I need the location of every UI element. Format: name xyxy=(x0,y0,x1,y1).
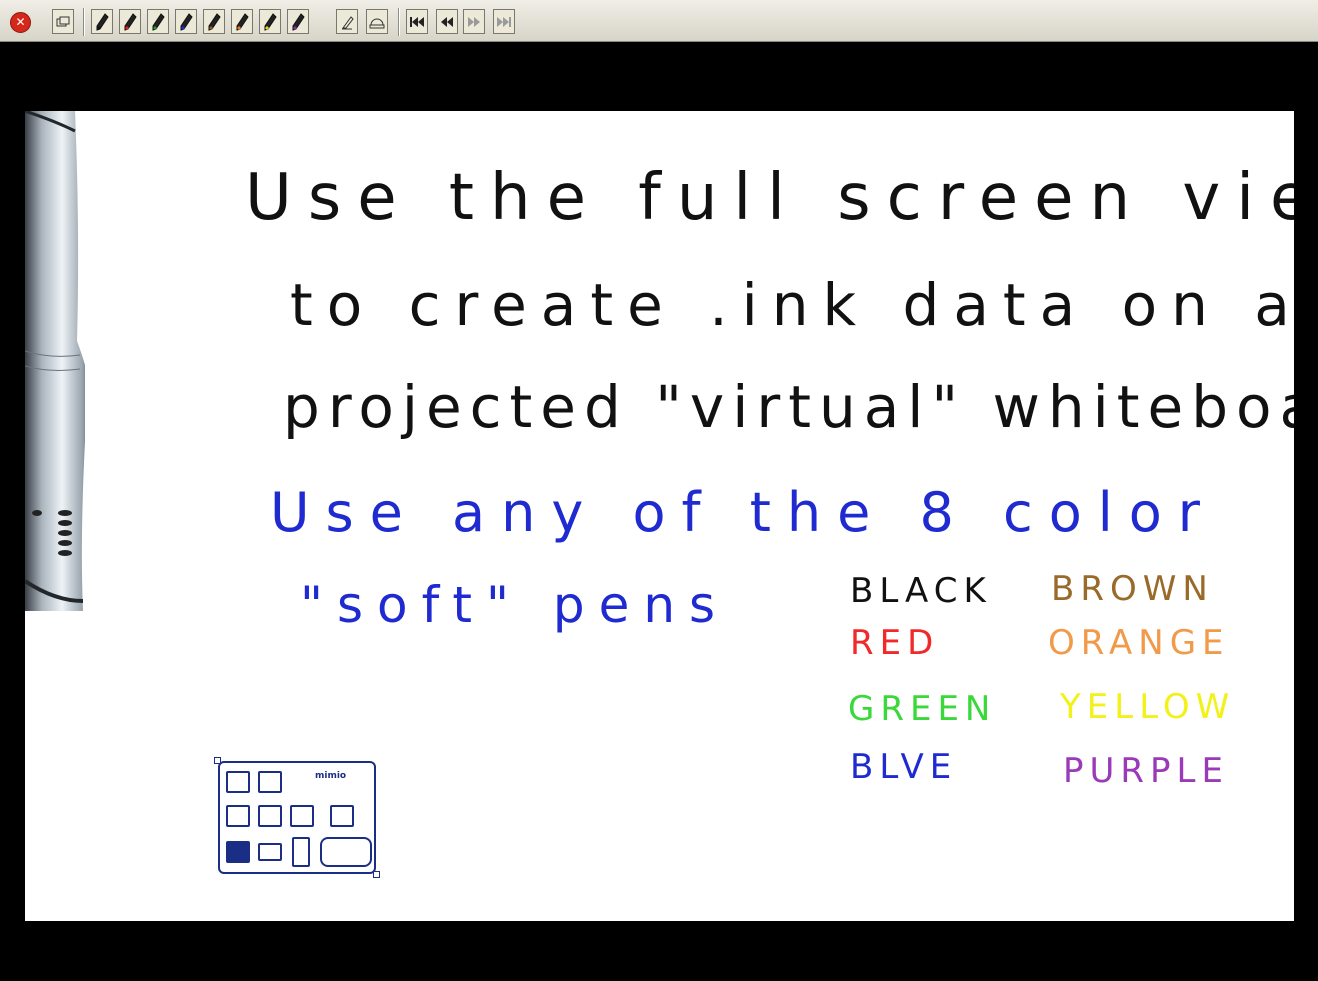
clear-board-icon[interactable] xyxy=(366,9,388,34)
first-page-icon[interactable] xyxy=(406,9,428,34)
panel-keyboard-icon[interactable] xyxy=(290,805,314,827)
mimio-capture-bar xyxy=(25,111,85,611)
panel-mouse-icon[interactable] xyxy=(258,805,282,827)
panel-pens-icon[interactable] xyxy=(330,805,354,827)
handwritten-line-2: to create .ink data on a xyxy=(290,271,1294,339)
pen-brown-icon[interactable] xyxy=(203,9,225,34)
color-word-orange: ORANGE xyxy=(1048,623,1230,663)
handwritten-line-1: Use the full screen view xyxy=(245,161,1294,235)
toolbar-separator xyxy=(83,8,85,36)
panel-enter-icon[interactable] xyxy=(258,843,282,861)
restore-window-icon[interactable] xyxy=(52,9,74,34)
eraser-icon[interactable] xyxy=(336,9,358,34)
color-word-blue: BLVE xyxy=(850,747,958,787)
pen-red-icon[interactable] xyxy=(119,9,141,34)
handwritten-line-4: Use any of the 8 color xyxy=(270,481,1216,544)
pen-blue-icon[interactable] xyxy=(175,9,197,34)
panel-scroll-icon[interactable] xyxy=(292,837,310,867)
close-icon[interactable]: ✕ xyxy=(10,12,31,33)
color-word-red: RED xyxy=(850,623,940,663)
color-word-green: GREEN xyxy=(848,689,997,729)
resize-handle-top-left[interactable] xyxy=(214,757,221,764)
handwritten-line-3: projected "virtual" whiteboard. xyxy=(283,373,1294,441)
mimio-logo: mimio xyxy=(315,771,347,781)
handwritten-line-5: "soft" pens xyxy=(300,576,730,634)
pen-black-icon[interactable] xyxy=(91,9,113,34)
color-word-brown: BROWN xyxy=(1051,569,1214,609)
pen-yellow-icon[interactable] xyxy=(259,9,281,34)
resize-handle-bottom-right[interactable] xyxy=(373,871,380,878)
panel-flag-icon[interactable] xyxy=(258,771,282,793)
next-page-icon[interactable] xyxy=(463,9,485,34)
color-word-purple: PURPLE xyxy=(1063,751,1229,791)
pen-green-icon[interactable] xyxy=(147,9,169,34)
whiteboard-canvas[interactable]: Use the full screen view to create .ink … xyxy=(25,111,1294,921)
toolbar-separator xyxy=(398,8,400,36)
color-word-yellow: YELLOW xyxy=(1060,687,1236,727)
color-word-black: BLACK xyxy=(850,571,992,611)
previous-page-icon[interactable] xyxy=(436,9,458,34)
panel-screen-icon[interactable] xyxy=(226,771,250,793)
pen-purple-icon[interactable] xyxy=(287,9,309,34)
panel-check-icon[interactable] xyxy=(226,841,250,863)
last-page-icon[interactable] xyxy=(493,9,515,34)
panel-arrows-icon[interactable] xyxy=(320,837,372,867)
toolbar: ✕ xyxy=(0,0,1318,42)
mimio-control-panel[interactable]: mimio xyxy=(214,757,380,878)
pen-orange-icon[interactable] xyxy=(231,9,253,34)
panel-cursor-icon[interactable] xyxy=(226,805,250,827)
